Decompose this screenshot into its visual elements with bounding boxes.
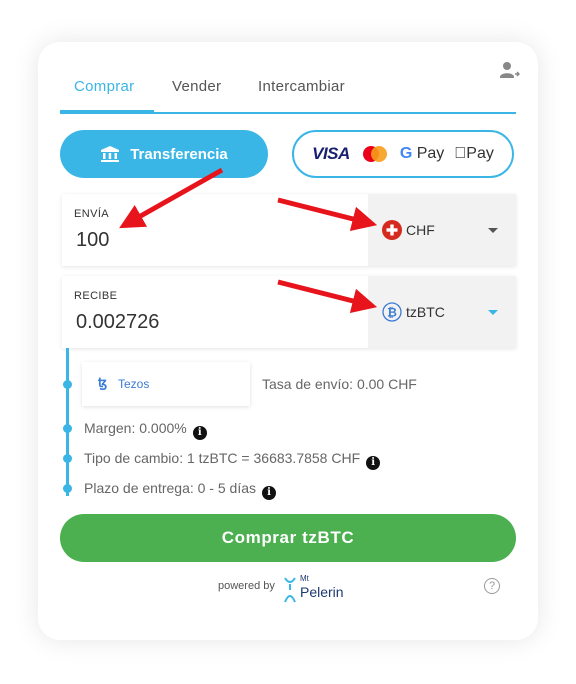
network-label: Tezos: [118, 377, 150, 391]
receive-amount-input[interactable]: [74, 310, 338, 335]
google-pay-logo: G Pay: [399, 145, 445, 162]
apple-icon: : [454, 145, 466, 162]
visa-logo: VISA: [312, 144, 350, 163]
timeline-dot: [63, 380, 72, 389]
tezos-icon: ꜩ: [98, 375, 108, 390]
margin-row: Margen: 0.000% i: [84, 420, 207, 440]
timeline-dot: [63, 484, 72, 493]
timeline-dot: [63, 424, 72, 433]
powered-by-text: powered by: [218, 580, 275, 592]
send-currency-select[interactable]: CHF: [368, 194, 516, 266]
tab-intercambiar[interactable]: Intercambiar: [258, 78, 345, 95]
mastercard-icon: [362, 146, 387, 162]
delivery-text: Plazo de entrega: 0 - 5 días: [84, 480, 256, 496]
receive-currency-select[interactable]: ₿ tzBTC: [368, 276, 516, 348]
buy-button[interactable]: Comprar tzBTC: [60, 514, 516, 562]
widget-card: Comprar Vender Intercambiar Transferenci…: [38, 42, 538, 640]
receive-field: RECIBE ₿ tzBTC: [62, 276, 516, 348]
tab-bar: Comprar Vender Intercambiar: [60, 78, 516, 114]
receive-label: RECIBE: [74, 290, 118, 302]
bank-icon: [101, 146, 120, 162]
swiss-flag-icon: [382, 220, 402, 240]
send-currency-label: CHF: [406, 222, 435, 238]
bank-transfer-button[interactable]: Transferencia: [60, 130, 268, 178]
help-icon[interactable]: ?: [484, 578, 500, 594]
bank-transfer-label: Transferencia: [130, 145, 228, 163]
network-select[interactable]: ꜩ Tezos: [82, 362, 250, 406]
pelerin-mark-icon: [284, 577, 296, 603]
info-icon[interactable]: i: [262, 486, 276, 500]
brand-mt: Mt: [300, 574, 309, 583]
info-icon[interactable]: i: [192, 426, 207, 440]
chevron-down-icon: [488, 310, 498, 315]
receive-currency-label: tzBTC: [406, 304, 445, 320]
details-timeline: [66, 348, 69, 496]
card-payment-button[interactable]: VISA G Pay Pay: [292, 130, 514, 178]
active-tab-indicator: [60, 110, 154, 114]
svg-text:₿: ₿: [387, 306, 397, 320]
send-field: ENVÍA CHF: [62, 194, 516, 266]
margin-text: Margen: 0.000%: [84, 420, 187, 436]
brand-name: Pelerin: [300, 584, 344, 600]
tab-comprar[interactable]: Comprar: [74, 78, 134, 95]
rate-text: Tipo de cambio: 1 tzBTC = 36683.7858 CHF: [84, 450, 361, 466]
chevron-down-icon: [488, 228, 498, 233]
timeline-dot: [63, 454, 72, 463]
send-label: ENVÍA: [74, 208, 110, 220]
mt-pelerin-logo: Mt Pelerin: [282, 574, 352, 604]
user-login-icon[interactable]: [498, 60, 520, 82]
tab-vender[interactable]: Vender: [172, 78, 221, 95]
rate-row: Tipo de cambio: 1 tzBTC = 36683.7858 CHF…: [84, 450, 381, 470]
tzbtc-icon: ₿: [382, 302, 402, 322]
send-amount-input[interactable]: [74, 228, 338, 253]
delivery-row: Plazo de entrega: 0 - 5 días i: [84, 480, 276, 500]
info-icon[interactable]: i: [366, 456, 381, 470]
fee-text: Tasa de envío: 0.00 CHF: [262, 376, 417, 392]
apple-pay-logo: Pay: [454, 145, 494, 163]
